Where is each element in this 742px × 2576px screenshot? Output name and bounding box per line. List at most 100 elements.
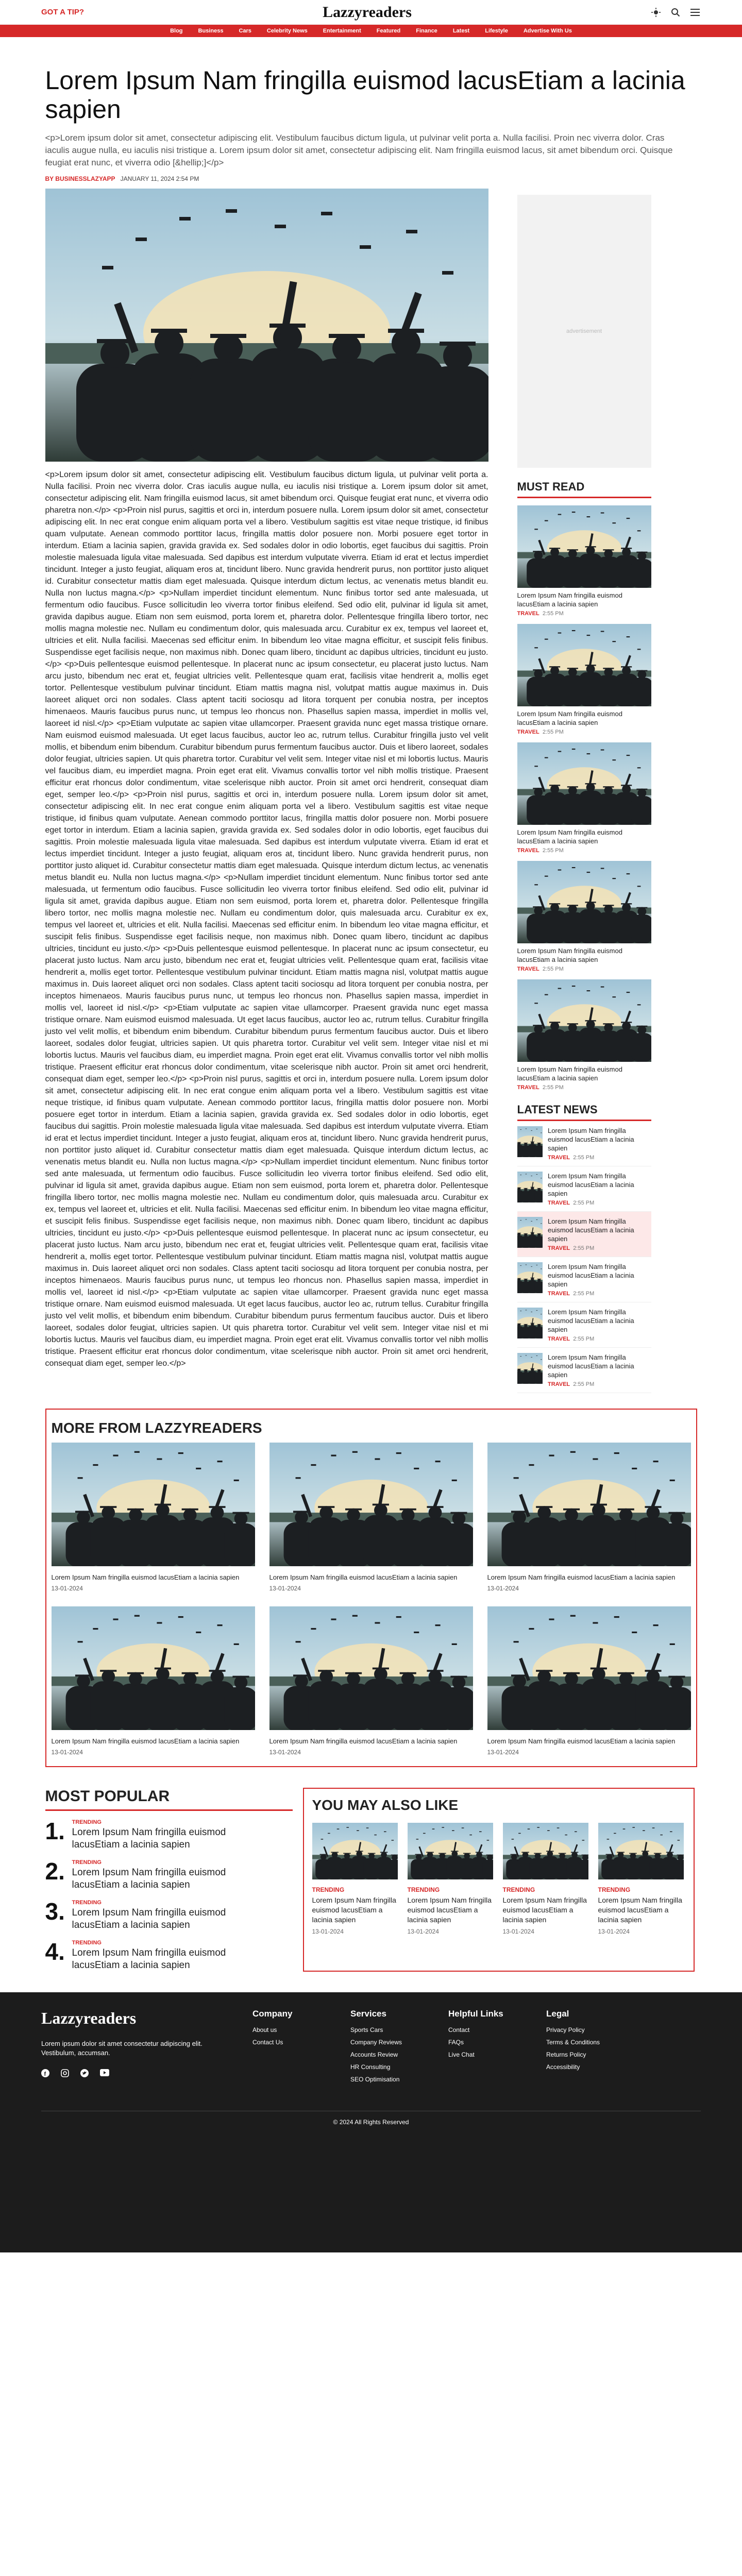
must-read-item[interactable]: Lorem Ipsum Nam fringilla euismod lacusE… xyxy=(517,861,651,972)
more-card[interactable]: Lorem Ipsum Nam fringilla euismod lacusE… xyxy=(269,1443,473,1592)
footer-link[interactable]: HR Consulting xyxy=(350,2063,448,2071)
article-thumbnail[interactable] xyxy=(269,1606,473,1730)
category-label[interactable]: TRAVEL xyxy=(517,966,539,972)
instagram-icon[interactable] xyxy=(61,2069,69,2077)
article-thumbnail[interactable] xyxy=(517,979,651,1062)
search-icon[interactable] xyxy=(670,7,681,18)
also-like-title[interactable]: Lorem Ipsum Nam fringilla euismod lacusE… xyxy=(408,1895,495,1925)
also-like-card[interactable]: TRENDING Lorem Ipsum Nam fringilla euismo… xyxy=(598,1823,685,1935)
got-a-tip-link[interactable]: GOT A TIP? xyxy=(41,8,84,16)
article-thumbnail[interactable] xyxy=(598,1823,684,1879)
footer-link[interactable]: Live Chat xyxy=(448,2051,546,2058)
article-thumbnail[interactable] xyxy=(269,1443,473,1566)
nav-item[interactable]: Advertise With Us xyxy=(517,26,578,36)
popular-item[interactable]: 4. TRENDING Lorem Ipsum Nam fringilla euis… xyxy=(45,1940,293,1972)
nav-item[interactable]: Celebrity News xyxy=(261,26,314,36)
also-like-card[interactable]: TRENDING Lorem Ipsum Nam fringilla euismo… xyxy=(312,1823,399,1935)
menu-icon[interactable] xyxy=(689,7,701,18)
footer-link[interactable]: Sports Cars xyxy=(350,2026,448,2033)
category-label[interactable]: TRAVEL xyxy=(548,1200,570,1206)
footer-logo[interactable]: Lazzyreaders xyxy=(41,2009,252,2028)
must-read-item[interactable]: Lorem Ipsum Nam fringilla euismod lacusE… xyxy=(517,624,651,735)
category-label[interactable]: TRAVEL xyxy=(517,1084,539,1091)
popular-title[interactable]: Lorem Ipsum Nam fringilla euismod lacusE… xyxy=(72,1867,227,1891)
must-read-item[interactable]: Lorem Ipsum Nam fringilla euismod lacusE… xyxy=(517,505,651,617)
category-label[interactable]: TRENDING xyxy=(408,1886,495,1893)
also-like-card[interactable]: TRENDING Lorem Ipsum Nam fringilla euismo… xyxy=(503,1823,590,1935)
article-thumbnail[interactable] xyxy=(517,1262,543,1293)
latest-news-item[interactable]: Lorem Ipsum Nam fringilla euismod lacusE… xyxy=(517,1212,651,1257)
popular-item[interactable]: 2. TRENDING Lorem Ipsum Nam fringilla euis… xyxy=(45,1859,293,1891)
nav-item[interactable]: Cars xyxy=(232,26,257,36)
article-thumbnail[interactable] xyxy=(312,1823,398,1879)
more-card[interactable]: Lorem Ipsum Nam fringilla euismod lacusE… xyxy=(51,1443,255,1592)
article-thumbnail[interactable] xyxy=(52,1606,255,1730)
latest-news-title[interactable]: Lorem Ipsum Nam fringilla euismod lacusE… xyxy=(548,1308,651,1334)
category-label[interactable]: TRENDING xyxy=(312,1886,399,1893)
latest-news-title[interactable]: Lorem Ipsum Nam fringilla euismod lacusE… xyxy=(548,1262,651,1289)
article-thumbnail[interactable] xyxy=(487,1606,691,1730)
category-label[interactable]: TRENDING xyxy=(598,1886,685,1893)
more-card[interactable]: Lorem Ipsum Nam fringilla euismod lacusE… xyxy=(487,1606,691,1756)
site-logo[interactable]: Lazzyreaders xyxy=(323,4,412,21)
category-label[interactable]: TRENDING xyxy=(72,1859,227,1866)
latest-news-item[interactable]: Lorem Ipsum Nam fringilla euismod lacusE… xyxy=(517,1121,651,1166)
category-label[interactable]: TRENDING xyxy=(503,1886,590,1893)
must-read-title[interactable]: Lorem Ipsum Nam fringilla euismod lacusE… xyxy=(517,591,651,608)
article-thumbnail[interactable] xyxy=(517,1353,543,1384)
also-like-card[interactable]: TRENDING Lorem Ipsum Nam fringilla euismo… xyxy=(408,1823,495,1935)
popular-title[interactable]: Lorem Ipsum Nam fringilla euismod lacusE… xyxy=(72,1947,227,1972)
more-card[interactable]: Lorem Ipsum Nam fringilla euismod lacusE… xyxy=(487,1443,691,1592)
article-thumbnail[interactable] xyxy=(517,1217,543,1248)
footer-link[interactable]: About us xyxy=(252,2026,350,2033)
footer-link[interactable]: Privacy Policy xyxy=(546,2026,644,2033)
sun-icon[interactable] xyxy=(650,7,662,18)
latest-news-item[interactable]: Lorem Ipsum Nam fringilla euismod lacusE… xyxy=(517,1348,651,1393)
footer-link[interactable]: Returns Policy xyxy=(546,2051,644,2058)
must-read-item[interactable]: Lorem Ipsum Nam fringilla euismod lacusE… xyxy=(517,979,651,1091)
footer-link[interactable]: Company Reviews xyxy=(350,2039,448,2046)
facebook-icon[interactable]: f xyxy=(41,2069,49,2077)
youtube-icon[interactable] xyxy=(100,2069,109,2076)
latest-news-item[interactable]: Lorem Ipsum Nam fringilla euismod lacusE… xyxy=(517,1166,651,1212)
nav-item[interactable]: Latest xyxy=(447,26,476,36)
footer-link[interactable]: Accounts Review xyxy=(350,2051,448,2058)
twitter-icon[interactable] xyxy=(80,2069,89,2077)
footer-link[interactable]: FAQs xyxy=(448,2039,546,2046)
category-label[interactable]: TRAVEL xyxy=(548,1291,570,1297)
must-read-title[interactable]: Lorem Ipsum Nam fringilla euismod lacusE… xyxy=(517,709,651,727)
category-label[interactable]: TRAVEL xyxy=(517,729,539,735)
more-card-title[interactable]: Lorem Ipsum Nam fringilla euismod lacusE… xyxy=(487,1737,678,1745)
author-link[interactable]: BY BUSINESSLAZYAPP xyxy=(45,175,115,182)
must-read-title[interactable]: Lorem Ipsum Nam fringilla euismod lacusE… xyxy=(517,828,651,845)
more-card-title[interactable]: Lorem Ipsum Nam fringilla euismod lacusE… xyxy=(487,1573,678,1582)
also-like-title[interactable]: Lorem Ipsum Nam fringilla euismod lacusE… xyxy=(312,1895,399,1925)
popular-title[interactable]: Lorem Ipsum Nam fringilla euismod lacusE… xyxy=(72,1907,227,1931)
must-read-item[interactable]: Lorem Ipsum Nam fringilla euismod lacusE… xyxy=(517,742,651,854)
more-card-title[interactable]: Lorem Ipsum Nam fringilla euismod lacusE… xyxy=(52,1573,242,1582)
more-card-title[interactable]: Lorem Ipsum Nam fringilla euismod lacusE… xyxy=(269,1573,460,1582)
article-thumbnail[interactable] xyxy=(517,1126,543,1157)
article-thumbnail[interactable] xyxy=(503,1823,588,1879)
nav-item[interactable]: Lifestyle xyxy=(479,26,514,36)
article-thumbnail[interactable] xyxy=(517,624,651,706)
latest-news-title[interactable]: Lorem Ipsum Nam fringilla euismod lacusE… xyxy=(548,1126,651,1153)
more-card-title[interactable]: Lorem Ipsum Nam fringilla euismod lacusE… xyxy=(52,1737,242,1745)
latest-news-title[interactable]: Lorem Ipsum Nam fringilla euismod lacusE… xyxy=(548,1217,651,1243)
latest-news-item[interactable]: Lorem Ipsum Nam fringilla euismod lacusE… xyxy=(517,1302,651,1348)
category-label[interactable]: TRAVEL xyxy=(517,611,539,617)
also-like-title[interactable]: Lorem Ipsum Nam fringilla euismod lacusE… xyxy=(503,1895,590,1925)
popular-title[interactable]: Lorem Ipsum Nam fringilla euismod lacusE… xyxy=(72,1826,227,1851)
category-label[interactable]: TRENDING xyxy=(72,1900,227,1906)
category-label[interactable]: TRAVEL xyxy=(548,1245,570,1251)
latest-news-title[interactable]: Lorem Ipsum Nam fringilla euismod lacusE… xyxy=(548,1353,651,1379)
article-thumbnail[interactable] xyxy=(52,1443,255,1566)
must-read-title[interactable]: Lorem Ipsum Nam fringilla euismod lacusE… xyxy=(517,1065,651,1082)
more-card[interactable]: Lorem Ipsum Nam fringilla euismod lacusE… xyxy=(269,1606,473,1756)
footer-link[interactable]: Accessibility xyxy=(546,2063,644,2071)
popular-item[interactable]: 3. TRENDING Lorem Ipsum Nam fringilla euis… xyxy=(45,1900,293,1931)
article-thumbnail[interactable] xyxy=(408,1823,493,1879)
article-thumbnail[interactable] xyxy=(517,1308,543,1338)
latest-news-title[interactable]: Lorem Ipsum Nam fringilla euismod lacusE… xyxy=(548,1172,651,1198)
footer-link[interactable]: Contact Us xyxy=(252,2039,350,2046)
